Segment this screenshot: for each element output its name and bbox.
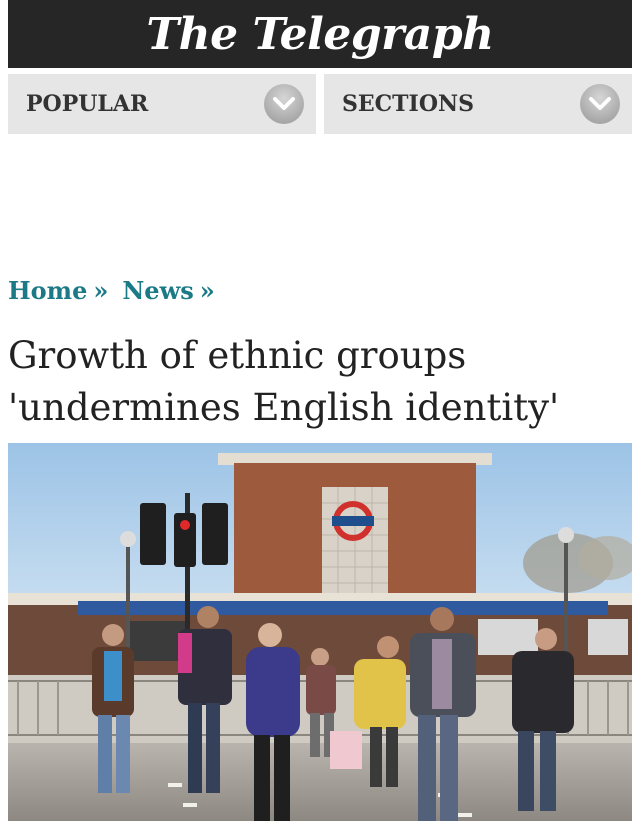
breadcrumb-separator: » (93, 276, 109, 305)
breadcrumb: Home» News» (8, 276, 229, 305)
nav-bar: POPULAR SECTIONS (8, 74, 632, 134)
chevron-down-icon (264, 84, 304, 124)
headline-line-2: 'undermines English identity' (8, 386, 560, 429)
popular-menu-button[interactable]: POPULAR (8, 74, 316, 134)
telegraph-logo[interactable]: The Telegraph (146, 9, 494, 60)
breadcrumb-separator: » (199, 276, 215, 305)
breadcrumb-home[interactable]: Home (8, 276, 87, 305)
breadcrumb-news[interactable]: News (122, 276, 193, 305)
popular-label: POPULAR (26, 91, 149, 117)
article-headline: Growth of ethnic groups 'undermines Engl… (8, 330, 632, 434)
article-photo (8, 443, 632, 821)
headline-line-1: Growth of ethnic groups (8, 334, 467, 377)
sections-menu-button[interactable]: SECTIONS (324, 74, 632, 134)
sections-label: SECTIONS (342, 91, 474, 117)
masthead: The Telegraph (8, 0, 632, 68)
chevron-down-icon (580, 84, 620, 124)
